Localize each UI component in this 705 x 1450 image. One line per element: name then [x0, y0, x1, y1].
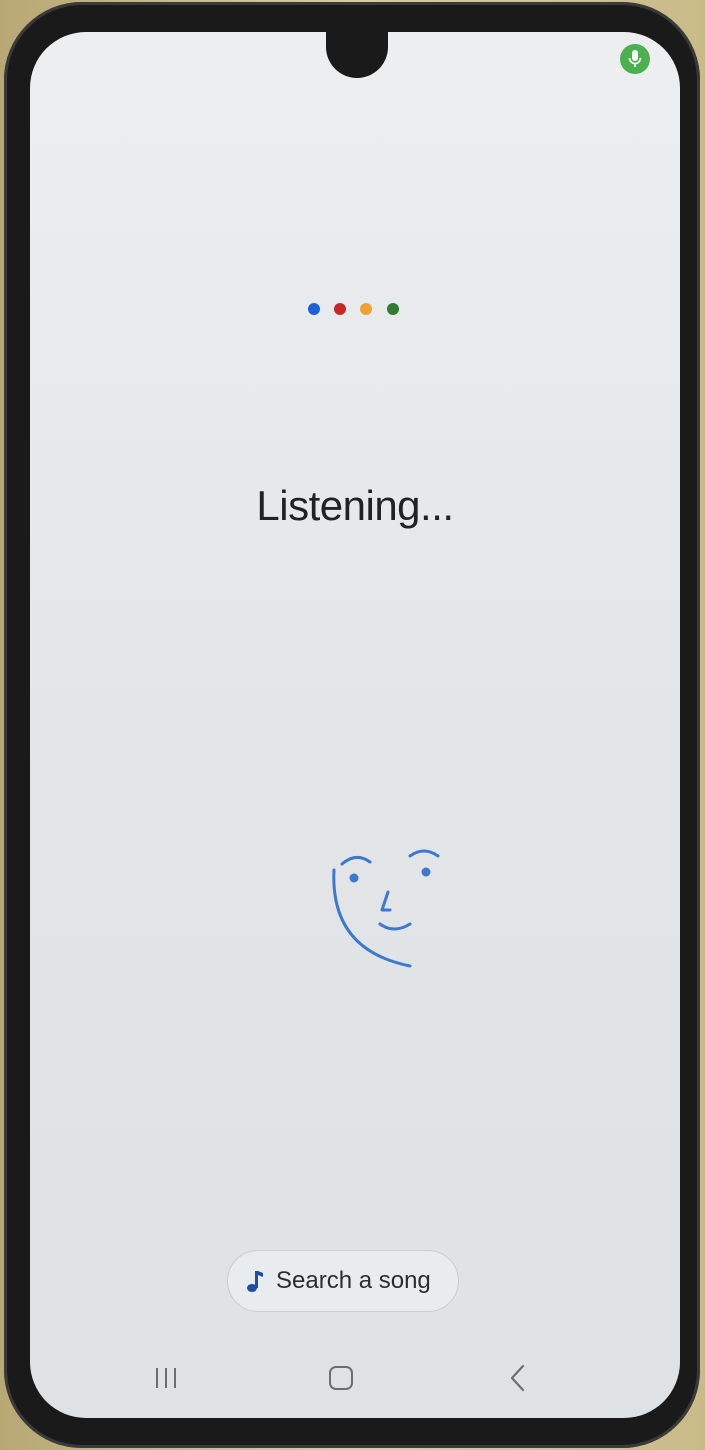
back-button[interactable] — [496, 1358, 540, 1398]
music-note-icon — [247, 1271, 263, 1292]
listening-status: Listening... — [256, 482, 454, 529]
home-icon — [329, 1366, 353, 1390]
assistant-dot-yellow — [360, 303, 372, 315]
search-song-label: Search a song — [276, 1267, 431, 1294]
microphone-icon — [628, 50, 642, 67]
recents-icon — [156, 1368, 176, 1388]
search-song-button[interactable]: Search a song — [227, 1250, 459, 1312]
recents-button[interactable] — [144, 1358, 188, 1398]
phone-frame: Listening... Search a song — [4, 2, 700, 1448]
assistant-dot-red — [334, 303, 346, 315]
back-icon — [510, 1364, 525, 1392]
listening-face-icon — [332, 849, 440, 968]
assistant-dot-green — [387, 303, 399, 315]
assistant-dot-blue — [308, 303, 320, 315]
assistant-dots — [304, 300, 404, 318]
home-button[interactable] — [319, 1358, 363, 1398]
screen: Listening... Search a song — [30, 32, 680, 1418]
mic-active-indicator — [620, 44, 650, 74]
navigation-bar — [30, 1350, 680, 1406]
camera-notch — [326, 32, 388, 78]
